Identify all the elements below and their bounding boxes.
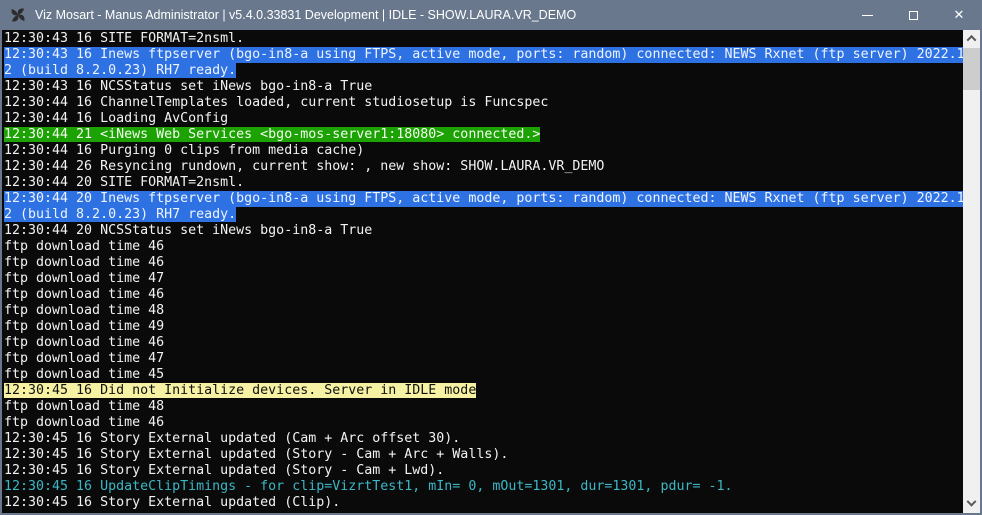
log-line: 12:30:44 20 SITE FORMAT=2nsml.: [4, 175, 963, 191]
log-line-text: ftp download time 47: [4, 271, 164, 286]
log-line: ftp download time 49: [4, 319, 963, 335]
window-controls: ✕: [844, 0, 982, 30]
log-line-text: ftp download time 46: [4, 239, 164, 254]
log-line-text: ftp download time 48: [4, 399, 164, 414]
log-line: ftp download time 48: [4, 303, 963, 319]
log-line: 2 (build 8.2.0.23) RH7 ready.: [4, 207, 963, 223]
log-line-text: ftp download time 45: [4, 367, 164, 382]
log-line: ftp download time 46: [4, 287, 963, 303]
log-line-text: ftp download time 46: [4, 255, 164, 270]
log-line: 12:30:45 16 Story External updated (Clip…: [4, 495, 963, 511]
log-line-text: 12:30:45 16 Story External updated (Clip…: [4, 495, 340, 510]
log-line: 12:30:44 16 ChannelTemplates loaded, cur…: [4, 95, 963, 111]
log-line: 12:30:44 16 Loading AvConfig: [4, 111, 963, 127]
scroll-down-button[interactable]: [963, 496, 980, 513]
title-bar[interactable]: Viz Mosart - Manus Administrator | v5.4.…: [0, 0, 982, 30]
log-line-text: 12:30:43 16 SITE FORMAT=2nsml.: [4, 31, 244, 46]
log-line-text: ftp download time 47: [4, 351, 164, 366]
log-line-text: ftp download time 49: [4, 319, 164, 334]
log-line-text: 12:30:45 16 Did not Initialize devices. …: [4, 383, 476, 398]
log-line: 12:30:45 16 Story External updated (Stor…: [4, 447, 963, 463]
log-line-text: 12:30:45 16 Story External updated (Cam …: [4, 431, 460, 446]
minimize-icon: [862, 15, 873, 16]
log-line-text: 2 (build 8.2.0.23) RH7 ready.: [4, 63, 236, 78]
log-line: ftp download time 47: [4, 351, 963, 367]
log-line-text: 12:30:45 16 Story External updated (Stor…: [4, 447, 508, 462]
log-line-text: 2 (build 8.2.0.23) RH7 ready.: [4, 207, 236, 222]
maximize-button[interactable]: [890, 0, 936, 30]
maximize-icon: [909, 11, 918, 20]
vertical-scrollbar[interactable]: [963, 30, 980, 513]
log-line-text: 12:30:44 16 Purging 0 clips from media c…: [4, 143, 364, 158]
log-line-text: 12:30:45 16 UpdateClipTimings - for clip…: [4, 479, 733, 494]
log-line: 12:30:45 16 UpdateClipTimings - for clip…: [4, 479, 963, 495]
log-line-text: 12:30:44 20 Inews ftpserver (bgo-in8-a u…: [4, 191, 963, 206]
log-line: 12:30:43 16 SITE FORMAT=2nsml.: [4, 31, 963, 47]
log-line-text: ftp download time 46: [4, 335, 164, 350]
log-line: 12:30:45 16 Story External updated (Stor…: [4, 463, 963, 479]
log-line: 12:30:44 21 <iNews Web Services <bgo-mos…: [4, 127, 963, 143]
log-line-text: 12:30:44 16 ChannelTemplates loaded, cur…: [4, 95, 548, 110]
log-line-text: ftp download time 48: [4, 303, 164, 318]
log-line: 12:30:44 26 Resyncing rundown, current s…: [4, 159, 963, 175]
log-line: 12:30:44 20 Inews ftpserver (bgo-in8-a u…: [4, 191, 963, 207]
viz-mosart-logo-icon: [8, 5, 28, 25]
log-line: 12:30:44 16 Purging 0 clips from media c…: [4, 143, 963, 159]
log-line-text: 12:30:44 20 NCSStatus set iNews bgo-in8-…: [4, 223, 372, 238]
log-line: ftp download time 47: [4, 271, 963, 287]
log-line: 12:30:45 16 Story External updated (Cam …: [4, 431, 963, 447]
log-line: ftp download time 46: [4, 255, 963, 271]
log-line-text: ftp download time 46: [4, 415, 164, 430]
log-line: 2 (build 8.2.0.23) RH7 ready.: [4, 63, 963, 79]
log-line: 12:30:43 16 Inews ftpserver (bgo-in8-a u…: [4, 47, 963, 63]
log-line-text: ftp download time 46: [4, 287, 164, 302]
console-area: 12:30:43 16 SITE FORMAT=2nsml.12:30:43 1…: [0, 30, 982, 515]
log-line: 12:30:45 16 Did not Initialize devices. …: [4, 383, 963, 399]
log-output[interactable]: 12:30:43 16 SITE FORMAT=2nsml.12:30:43 1…: [2, 30, 963, 513]
log-line-text: 12:30:44 16 Loading AvConfig: [4, 111, 228, 126]
log-line: ftp download time 48: [4, 399, 963, 415]
log-line-text: 12:30:45 16 Story External updated (Stor…: [4, 463, 444, 478]
chevron-up-icon: [967, 35, 977, 45]
window-title: Viz Mosart - Manus Administrator | v5.4.…: [35, 8, 576, 22]
log-line-text: 12:30:44 20 SITE FORMAT=2nsml.: [4, 175, 244, 190]
app-window: Viz Mosart - Manus Administrator | v5.4.…: [0, 0, 982, 515]
minimize-button[interactable]: [844, 0, 890, 30]
log-line-text: 12:30:43 16 NCSStatus set iNews bgo-in8-…: [4, 79, 372, 94]
log-line: 12:30:43 16 NCSStatus set iNews bgo-in8-…: [4, 79, 963, 95]
scroll-up-button[interactable]: [963, 30, 980, 47]
close-icon: ✕: [954, 9, 965, 22]
close-button[interactable]: ✕: [936, 0, 982, 30]
log-line-text: 12:30:44 21 <iNews Web Services <bgo-mos…: [4, 127, 540, 142]
log-line: ftp download time 46: [4, 415, 963, 431]
log-line: ftp download time 45: [4, 367, 963, 383]
chevron-down-icon: [967, 497, 977, 507]
log-line-text: 12:30:43 16 Inews ftpserver (bgo-in8-a u…: [4, 47, 963, 62]
scrollbar-thumb[interactable]: [963, 48, 980, 90]
log-line-text: 12:30:44 26 Resyncing rundown, current s…: [4, 159, 604, 174]
log-line: 12:30:44 20 NCSStatus set iNews bgo-in8-…: [4, 223, 963, 239]
log-line: ftp download time 46: [4, 239, 963, 255]
log-line: ftp download time 46: [4, 335, 963, 351]
